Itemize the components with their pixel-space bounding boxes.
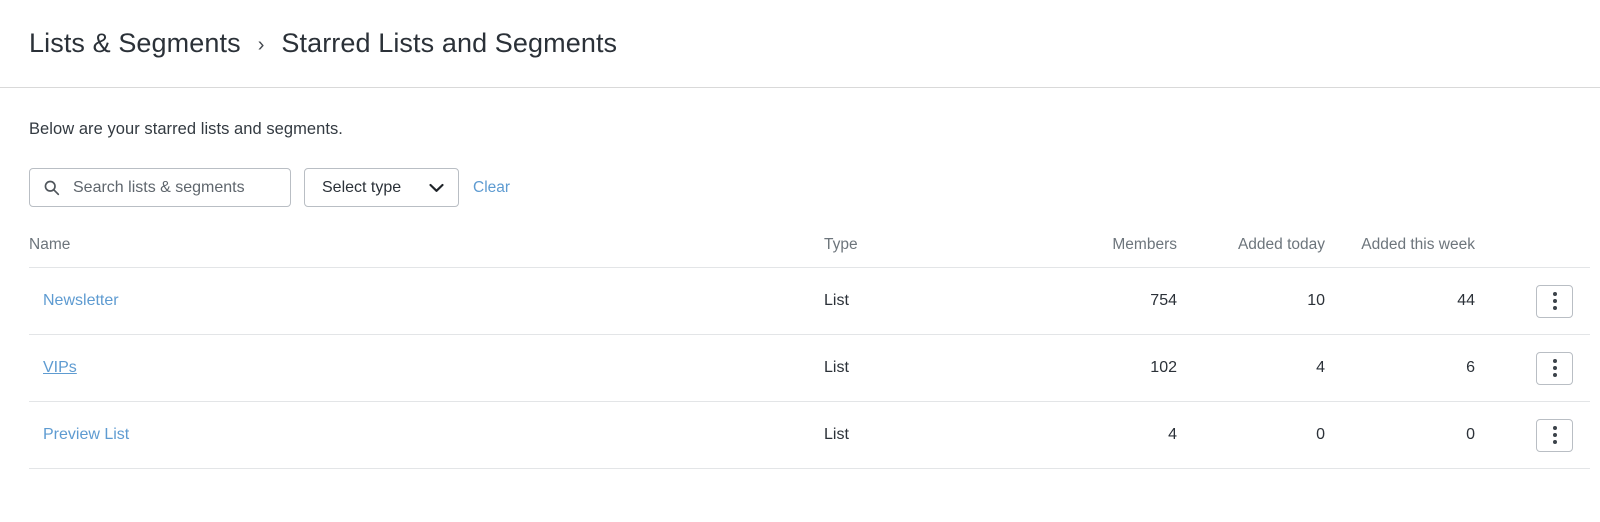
cell-type: List: [824, 334, 1029, 402]
table-row: VIPs List 102 4 6: [29, 334, 1590, 402]
kebab-dot: [1552, 359, 1557, 363]
kebab-dot: [1552, 433, 1557, 437]
page-body: Below are your starred lists and segment…: [0, 120, 1600, 469]
search-icon: [44, 180, 60, 196]
table-body: Newsletter List 754 10 44 VIPs List 102 4 6 Previe…: [29, 267, 1590, 469]
cell-added-this-week: 44: [1325, 267, 1475, 335]
column-header-added-today[interactable]: Added today: [1177, 236, 1325, 268]
cell-type: List: [824, 267, 1029, 335]
kebab-dot: [1552, 306, 1557, 310]
select-type-dropdown[interactable]: Select type: [304, 168, 459, 207]
chevron-down-icon: [429, 183, 444, 192]
kebab-dot: [1552, 440, 1557, 444]
kebab-menu-icon[interactable]: [1536, 418, 1573, 452]
cell-actions: [1475, 267, 1590, 335]
starred-lists-table: Name Type Members Added today Added this…: [29, 236, 1590, 469]
filter-toolbar: Select type Clear: [29, 168, 1572, 207]
cell-added-today: 0: [1177, 401, 1325, 469]
cell-members: 102: [1029, 334, 1177, 402]
table-row: Preview List List 4 0 0: [29, 401, 1590, 469]
starred-lists-page: Lists & Segments › Starred Lists and Seg…: [0, 0, 1600, 522]
cell-added-this-week: 0: [1325, 401, 1475, 469]
kebab-dot: [1552, 373, 1557, 377]
kebab-dot: [1552, 299, 1557, 303]
cell-added-this-week: 6: [1325, 334, 1475, 402]
column-header-type[interactable]: Type: [824, 236, 1029, 268]
column-header-members[interactable]: Members: [1029, 236, 1177, 268]
breadcrumb-parent[interactable]: Lists & Segments: [29, 28, 241, 59]
cell-name: Newsletter: [29, 267, 824, 335]
select-type-label: Select type: [322, 178, 402, 196]
breadcrumb-current: Starred Lists and Segments: [281, 28, 618, 58]
kebab-dot: [1552, 292, 1557, 296]
page-description: Below are your starred lists and segment…: [29, 120, 343, 138]
table-header-row: Name Type Members Added today Added this…: [29, 236, 1590, 268]
cell-type: List: [824, 401, 1029, 469]
table-row: Newsletter List 754 10 44: [29, 267, 1590, 335]
breadcrumb: Lists & Segments › Starred Lists and Seg…: [0, 0, 1600, 88]
search-input[interactable]: [73, 169, 290, 206]
column-header-added-this-week[interactable]: Added this week: [1325, 236, 1475, 268]
cell-name: Preview List: [29, 401, 824, 469]
column-header-name[interactable]: Name: [29, 236, 824, 268]
cell-added-today: 4: [1177, 334, 1325, 402]
kebab-menu-icon[interactable]: [1536, 284, 1573, 318]
kebab-dot: [1552, 366, 1557, 370]
cell-members: 4: [1029, 401, 1177, 469]
list-name-link[interactable]: Preview List: [43, 426, 129, 443]
cell-actions: [1475, 334, 1590, 402]
kebab-menu-icon[interactable]: [1536, 351, 1573, 385]
cell-added-today: 10: [1177, 267, 1325, 335]
cell-actions: [1475, 401, 1590, 469]
list-name-link[interactable]: VIPs: [43, 359, 77, 376]
chevron-right-icon: ›: [257, 33, 265, 56]
cell-name: VIPs: [29, 334, 824, 402]
column-header-actions: [1475, 236, 1590, 268]
cell-members: 754: [1029, 267, 1177, 335]
search-field[interactable]: [29, 168, 291, 207]
list-name-link[interactable]: Newsletter: [43, 292, 119, 309]
kebab-dot: [1552, 426, 1557, 430]
clear-filters-link[interactable]: Clear: [473, 179, 510, 197]
